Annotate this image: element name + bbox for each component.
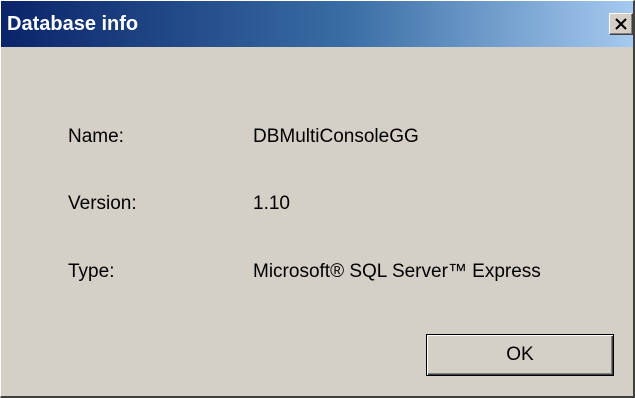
title-bar: Database info: [1, 1, 633, 47]
type-label: Type:: [68, 261, 115, 282]
window-title: Database info: [7, 13, 139, 35]
name-label: Name:: [68, 126, 124, 147]
name-value: DBMultiConsoleGG: [253, 126, 419, 147]
database-info-dialog: Database info Name: DBMultiConsoleGG Ver…: [0, 0, 635, 398]
type-value: Microsoft® SQL Server™ Express: [253, 261, 541, 282]
close-button[interactable]: [609, 13, 633, 35]
ok-button[interactable]: OK: [426, 334, 614, 376]
version-label: Version:: [68, 193, 137, 214]
version-value: 1.10: [253, 193, 290, 214]
close-icon: [615, 18, 627, 30]
